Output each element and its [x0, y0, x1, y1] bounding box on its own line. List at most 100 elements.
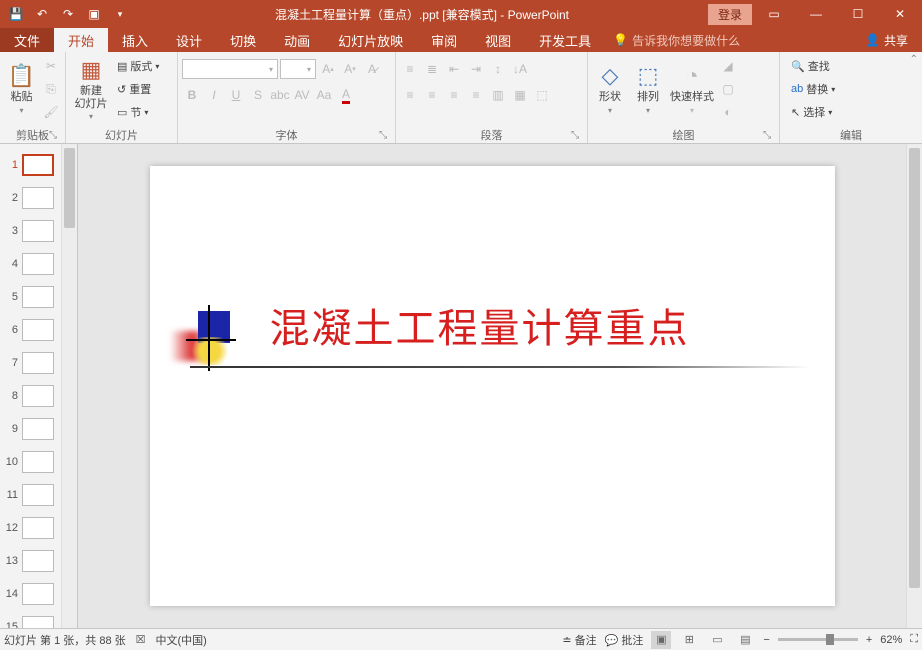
increase-font-icon[interactable]: A▴	[318, 59, 338, 79]
align-right-icon[interactable]: ≡	[444, 85, 464, 105]
dialog-launcher-icon[interactable]: ⤡	[377, 130, 389, 142]
text-direction-icon[interactable]: ↓A	[510, 59, 530, 79]
shapes-button[interactable]: ◇形状▾	[592, 54, 628, 124]
scrollbar-thumb[interactable]	[909, 148, 920, 588]
arrange-button[interactable]: ⬚排列▾	[630, 54, 666, 124]
slide-counter[interactable]: 幻灯片 第 1 张，共 88 张	[4, 632, 126, 648]
tab-slideshow[interactable]: 幻灯片放映	[324, 28, 417, 52]
shape-effects-icon[interactable]: ◐	[718, 102, 738, 122]
char-spacing-icon[interactable]: AV	[292, 85, 312, 105]
tab-developer[interactable]: 开发工具	[525, 28, 605, 52]
align-center-icon[interactable]: ≡	[422, 85, 442, 105]
qat-customize-icon[interactable]: ▾	[108, 2, 132, 26]
select-button[interactable]: ↖选择▾	[788, 102, 838, 122]
tab-file[interactable]: 文件	[0, 28, 54, 52]
shape-fill-icon[interactable]: ◢	[718, 56, 738, 76]
slide[interactable]: 混凝土工程量计算重点	[150, 166, 835, 606]
tab-home[interactable]: 开始	[54, 28, 108, 52]
thumbnail-slide[interactable]: 7	[0, 346, 61, 379]
shape-outline-icon[interactable]: ▢	[718, 79, 738, 99]
shadow-icon[interactable]: abc	[270, 85, 290, 105]
collapse-ribbon-icon[interactable]: ⌃	[910, 54, 918, 65]
zoom-level[interactable]: 62%	[880, 634, 902, 646]
zoom-in-icon[interactable]: +	[866, 634, 872, 646]
tab-design[interactable]: 设计	[162, 28, 216, 52]
login-button[interactable]: 登录	[708, 4, 752, 25]
thumbnail-slide[interactable]: 13	[0, 544, 61, 577]
section-button[interactable]: ▭节▾	[114, 102, 162, 122]
tab-review[interactable]: 审阅	[417, 28, 471, 52]
justify-icon[interactable]: ≡	[466, 85, 486, 105]
italic-icon[interactable]: I	[204, 85, 224, 105]
numbering-icon[interactable]: ≣	[422, 59, 442, 79]
tab-view[interactable]: 视图	[471, 28, 525, 52]
format-painter-icon[interactable]: 🖌	[41, 102, 61, 122]
dialog-launcher-icon[interactable]: ⤡	[761, 130, 773, 142]
underline-icon[interactable]: U	[226, 85, 246, 105]
columns-icon[interactable]: ▥	[488, 85, 508, 105]
undo-icon[interactable]: ↶	[30, 2, 54, 26]
reset-button[interactable]: ↺重置	[114, 79, 162, 99]
increase-indent-icon[interactable]: ⇥	[466, 59, 486, 79]
start-from-beginning-icon[interactable]: ▣	[82, 2, 106, 26]
clear-formatting-icon[interactable]: A̷	[362, 59, 382, 79]
thumbnail-slide[interactable]: 8	[0, 379, 61, 412]
slide-canvas[interactable]: 混凝土工程量计算重点	[78, 144, 906, 628]
thumbnail-slide[interactable]: 4	[0, 247, 61, 280]
spell-check-icon[interactable]: ☒	[136, 633, 146, 646]
align-text-icon[interactable]: ▦	[510, 85, 530, 105]
thumbnail-slide[interactable]: 15	[0, 610, 61, 628]
redo-icon[interactable]: ↷	[56, 2, 80, 26]
change-case-icon[interactable]: Aa	[314, 85, 334, 105]
find-button[interactable]: 🔍查找	[788, 56, 838, 76]
comments-button[interactable]: 💬 批注	[605, 632, 644, 648]
tab-insert[interactable]: 插入	[108, 28, 162, 52]
bold-icon[interactable]: B	[182, 85, 202, 105]
strikethrough-icon[interactable]: S	[248, 85, 268, 105]
thumbnail-slide[interactable]: 6	[0, 313, 61, 346]
align-left-icon[interactable]: ≡	[400, 85, 420, 105]
maximize-icon[interactable]: ☐	[838, 1, 878, 27]
save-icon[interactable]: 💾	[4, 2, 28, 26]
font-name-combo[interactable]: ▾	[182, 59, 278, 79]
share-button[interactable]: 👤 共享	[851, 28, 922, 52]
minimize-icon[interactable]: —	[796, 1, 836, 27]
quick-styles-button[interactable]: ◔快速样式▾	[668, 54, 716, 124]
decrease-font-icon[interactable]: A▾	[340, 59, 360, 79]
zoom-slider[interactable]	[778, 638, 858, 641]
zoom-handle[interactable]	[826, 634, 834, 645]
thumbnail-list[interactable]: 123456789101112131415	[0, 144, 61, 628]
dialog-launcher-icon[interactable]: ⤡	[569, 130, 581, 142]
zoom-out-icon[interactable]: −	[763, 634, 769, 646]
close-icon[interactable]: ✕	[880, 1, 920, 27]
notes-button[interactable]: ≐ 备注	[562, 632, 596, 648]
thumbnail-slide[interactable]: 10	[0, 445, 61, 478]
language-indicator[interactable]: 中文(中国)	[156, 632, 207, 648]
slide-scrollbar[interactable]	[906, 144, 922, 628]
tab-animations[interactable]: 动画	[270, 28, 324, 52]
dialog-launcher-icon[interactable]: ⤡	[47, 130, 59, 142]
thumbnail-scrollbar[interactable]	[61, 144, 77, 628]
bullets-icon[interactable]: ≡	[400, 59, 420, 79]
fit-to-window-icon[interactable]: ⛶	[910, 633, 918, 646]
font-size-combo[interactable]: ▾	[280, 59, 316, 79]
thumbnail-slide[interactable]: 14	[0, 577, 61, 610]
thumbnail-slide[interactable]: 12	[0, 511, 61, 544]
thumbnail-slide[interactable]: 1	[0, 148, 61, 181]
replace-button[interactable]: ab替换▾	[788, 79, 838, 99]
smartart-icon[interactable]: ⬚	[532, 85, 552, 105]
thumbnail-slide[interactable]: 5	[0, 280, 61, 313]
cut-icon[interactable]: ✂	[41, 56, 61, 76]
font-color-icon[interactable]: A	[336, 85, 356, 105]
tell-me-search[interactable]: 💡 告诉我你想要做什么	[605, 28, 748, 52]
thumbnail-slide[interactable]: 3	[0, 214, 61, 247]
paste-button[interactable]: 📋 粘贴 ▾	[4, 54, 39, 124]
thumbnail-slide[interactable]: 2	[0, 181, 61, 214]
tab-transitions[interactable]: 切换	[216, 28, 270, 52]
decrease-indent-icon[interactable]: ⇤	[444, 59, 464, 79]
line-spacing-icon[interactable]: ↕	[488, 59, 508, 79]
thumbnail-slide[interactable]: 11	[0, 478, 61, 511]
thumbnail-slide[interactable]: 9	[0, 412, 61, 445]
copy-icon[interactable]: ⎘	[41, 79, 61, 99]
layout-button[interactable]: ▤版式▾	[114, 56, 162, 76]
